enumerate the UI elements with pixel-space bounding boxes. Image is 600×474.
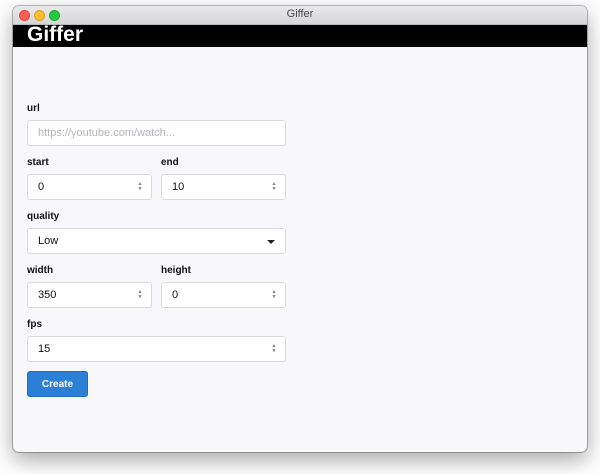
window-titlebar[interactable]: Giffer xyxy=(13,6,587,25)
up-down-arrows-icon[interactable]: ▲ ▼ xyxy=(271,182,277,192)
width-field[interactable]: 350 ▲ ▼ xyxy=(27,282,152,308)
app-title: Giffer xyxy=(27,23,84,46)
app-header: Giffer xyxy=(13,23,587,47)
start-label: start xyxy=(27,157,49,168)
fps-value: 15 xyxy=(38,343,51,355)
fps-label: fps xyxy=(27,319,42,330)
url-label: url xyxy=(27,103,40,114)
start-value: 0 xyxy=(38,181,45,193)
end-label: end xyxy=(161,157,179,168)
height-value: 0 xyxy=(172,289,179,301)
end-field[interactable]: 10 ▲ ▼ xyxy=(161,174,286,200)
up-down-arrows-icon[interactable]: ▲ ▼ xyxy=(137,182,143,192)
quality-label: quality xyxy=(27,211,60,222)
width-label: width xyxy=(27,265,54,276)
height-label: height xyxy=(161,265,191,276)
caret-down-icon xyxy=(267,240,275,244)
end-value: 10 xyxy=(172,181,185,193)
url-input[interactable] xyxy=(38,127,244,139)
width-value: 350 xyxy=(38,289,57,301)
quality-value: Low xyxy=(38,235,59,247)
quality-select[interactable]: Low xyxy=(27,228,286,254)
up-down-arrows-icon[interactable]: ▲ ▼ xyxy=(137,290,143,300)
app-window: Giffer Giffer url start 0 ▲▼ end 10 ▲▼ q… xyxy=(13,6,587,452)
up-down-arrows-icon[interactable]: ▲ ▼ xyxy=(271,290,277,300)
start-field[interactable]: 0 ▲ ▼ xyxy=(27,174,152,200)
height-field[interactable]: 0 ▲ ▼ xyxy=(161,282,286,308)
window-title: Giffer xyxy=(286,8,314,20)
up-down-arrows-icon[interactable]: ▲ ▼ xyxy=(271,344,277,354)
fps-field[interactable]: 15 ▲ ▼ xyxy=(27,336,286,362)
url-field-box xyxy=(27,120,286,146)
create-button[interactable]: Create xyxy=(27,371,88,397)
